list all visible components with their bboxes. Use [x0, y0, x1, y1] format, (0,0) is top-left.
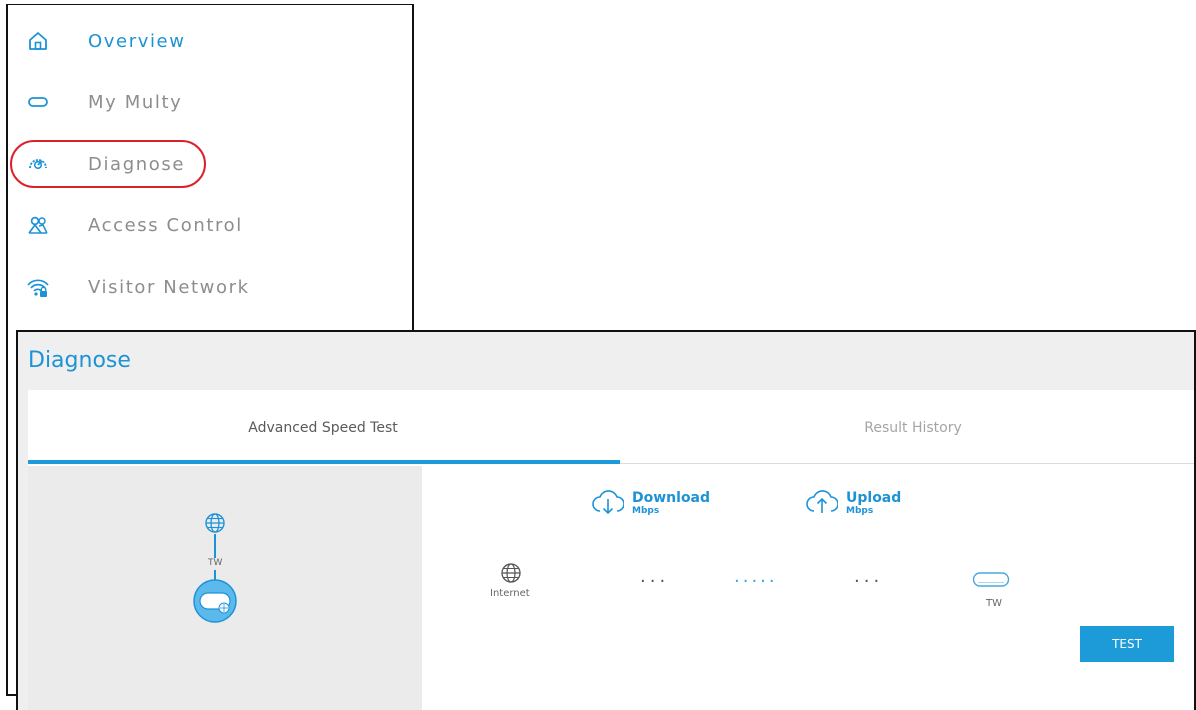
tab-result-history[interactable]: Result History [618, 390, 1194, 466]
path-dots: ... [854, 566, 884, 587]
device-label: TW [986, 598, 1002, 609]
router-device-icon [972, 570, 1010, 594]
menu-item-label: Access Control [88, 214, 243, 236]
cloud-upload-icon [806, 486, 839, 520]
diagnose-panel: Diagnose Advanced Speed Test Result Hist… [16, 330, 1196, 710]
upload-metric: Upload Mbps [806, 486, 901, 520]
topology-pane: TW [28, 466, 422, 710]
menu-item-access-control[interactable]: Access Control [8, 205, 408, 245]
cloud-download-icon [592, 486, 625, 520]
menu-item-diagnose[interactable]: Diagnose [8, 144, 408, 184]
internet-globe-icon [500, 562, 522, 588]
active-tab-indicator [28, 460, 620, 464]
path-dots: ... [640, 566, 670, 587]
menu-item-label: Diagnose [88, 153, 185, 175]
menu-item-label: My Multy [88, 91, 183, 113]
upload-unit: Mbps [846, 506, 874, 516]
internet-label: Internet [490, 588, 530, 599]
menu-item-my-multy[interactable]: My Multy [8, 82, 408, 122]
users-icon [26, 213, 50, 237]
speed-test-pane: Download Mbps Upload Mbps Internet ... .… [422, 466, 1194, 710]
tab-divider [620, 463, 1194, 464]
router-icon [26, 90, 50, 114]
upload-label: Upload [846, 490, 902, 506]
router-node-icon[interactable] [192, 578, 238, 628]
node-label: TW [208, 558, 223, 568]
home-icon [26, 29, 50, 53]
download-metric: Download Mbps [592, 486, 710, 520]
tab-bar: Advanced Speed Test Result History [28, 390, 1194, 466]
tab-advanced-speed-test[interactable]: Advanced Speed Test [28, 390, 618, 466]
download-unit: Mbps [632, 506, 660, 516]
test-button[interactable]: TEST [1080, 626, 1174, 662]
connection-line [214, 534, 216, 558]
download-label: Download [632, 490, 711, 506]
menu-item-label: Overview [88, 30, 186, 52]
speedometer-icon [26, 152, 50, 176]
menu-item-visitor-network[interactable]: Visitor Network [8, 267, 408, 307]
menu-item-overview[interactable]: Overview [8, 21, 408, 61]
wifi-lock-icon [26, 275, 50, 299]
menu-item-label: Visitor Network [88, 276, 250, 298]
page-title: Diagnose [28, 348, 131, 373]
path-dots-active: ..... [734, 566, 778, 587]
